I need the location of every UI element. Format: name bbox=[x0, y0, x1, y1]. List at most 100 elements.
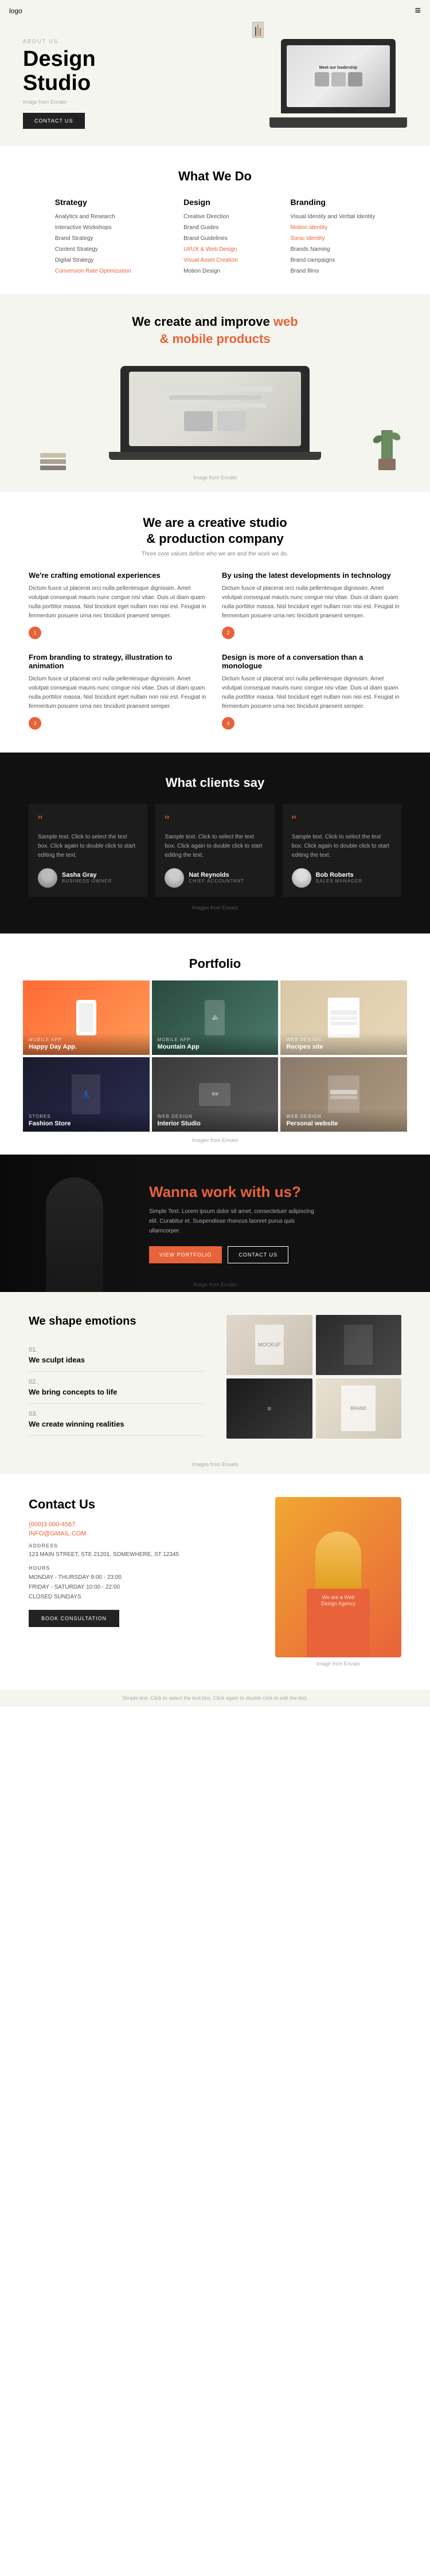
quote-icon-1: " bbox=[38, 813, 138, 828]
design-column: Design Creative Direction Brand Guides B… bbox=[183, 198, 238, 277]
shape-item-2: 02. We bring concepts to life bbox=[29, 1372, 204, 1404]
design-uiux-link[interactable]: UI/UX & Web Design bbox=[183, 244, 238, 255]
shape-img-3: ◼ bbox=[226, 1378, 312, 1439]
testimonial-card-2: " Sample text. Click to select the text … bbox=[155, 804, 274, 897]
testimonial-text-3: Sample text. Click to select the text bo… bbox=[292, 833, 392, 860]
testimonials-credit: Images from Envato bbox=[29, 905, 401, 911]
studio-item-2-title: By using the latest developments in tech… bbox=[222, 571, 401, 580]
shape-num-3: 03. bbox=[29, 1411, 204, 1417]
design-item-1: Creative Direction bbox=[183, 211, 238, 222]
person-name-2: Nat Reynolds bbox=[189, 872, 244, 879]
testimonials-section: What clients say " Sample text. Click to… bbox=[0, 753, 430, 933]
shape-num-2: 02. bbox=[29, 1378, 204, 1385]
wanna-work-section: Wanna work with us? Simple Text. Lorem i… bbox=[0, 1155, 430, 1292]
strategy-item-3: Brand Strategy bbox=[55, 233, 131, 244]
studio-items-grid: We're crafting emotional experiences Dic… bbox=[29, 571, 401, 730]
design-item-3: Brand Guidelines bbox=[183, 233, 238, 244]
strategy-item-2: Interactive Workshops bbox=[55, 222, 131, 233]
portfolio-item-5[interactable]: ■■ WEB DESIGN Interior Studio bbox=[152, 1057, 279, 1132]
design-item-2: Brand Guides bbox=[183, 222, 238, 233]
testimonial-person-1: Sasha Gray BUSINESS OWNER bbox=[38, 868, 138, 888]
portfolio-name-5: Interior Studio bbox=[158, 1120, 201, 1127]
testimonial-card-3: " Sample text. Click to select the text … bbox=[283, 804, 401, 897]
contact-right: We are a WebDesign Agency Image from Env… bbox=[275, 1497, 401, 1667]
branding-item-4: Brands Naming bbox=[291, 244, 376, 255]
branding-sonic-link[interactable]: Sonic Identity bbox=[291, 233, 376, 244]
hamburger-icon[interactable]: ≡ bbox=[415, 5, 421, 17]
avatar-3 bbox=[292, 868, 311, 888]
book-consultation-button[interactable]: BOOK CONSULTATION bbox=[29, 1610, 119, 1627]
testimonial-text-2: Sample text. Click to select the text bo… bbox=[165, 833, 265, 860]
contact-address: 123 MAIN STREET, STE 21201, SOMEWHERE, S… bbox=[29, 1550, 258, 1559]
strategy-cro-link[interactable]: Conversion Rate Optimization bbox=[55, 266, 131, 277]
quote-icon-2: " bbox=[165, 813, 265, 828]
branding-title: Branding bbox=[291, 198, 376, 207]
studio-item-3-body: Dictum fusce ut placerat orci nulla pell… bbox=[29, 675, 208, 711]
shape-emotions-title: We shape emotions bbox=[29, 1315, 204, 1328]
portfolio-tag-6: WEB DESIGN bbox=[286, 1114, 401, 1119]
contact-hours-label: HOURS bbox=[29, 1565, 258, 1571]
studio-num-3: 3 bbox=[29, 717, 41, 730]
hero-image: Meet our leadership bbox=[221, 39, 407, 128]
branding-column: Branding Visual Identity and Verbal Iden… bbox=[291, 198, 376, 277]
portfolio-tag-4: STORES bbox=[29, 1114, 144, 1119]
design-title: Design bbox=[183, 198, 238, 207]
branding-motion-link[interactable]: Motion identity bbox=[291, 222, 376, 233]
portfolio-item-4[interactable]: 👗 STORES Fashion Store bbox=[23, 1057, 150, 1132]
hero-title: Design Studio bbox=[23, 48, 209, 96]
testimonial-card-1: " Sample text. Click to select the text … bbox=[29, 804, 147, 897]
shape-left: We shape emotions 01. We sculpt ideas 02… bbox=[29, 1315, 204, 1436]
contact-title: Contact Us bbox=[29, 1497, 258, 1512]
portfolio-item-1[interactable]: MOBILE APP Happy Day App. bbox=[23, 980, 150, 1055]
shape-title-2: We bring concepts to life bbox=[29, 1388, 204, 1396]
studio-title: We are a creative studio & production co… bbox=[29, 515, 401, 548]
testimonials-title: What clients say bbox=[29, 775, 401, 790]
contact-person-image: We are a WebDesign Agency bbox=[275, 1497, 401, 1657]
wanna-credit: Image from Envato bbox=[0, 1282, 430, 1287]
shape-emotions-section: We shape emotions 01. We sculpt ideas 02… bbox=[0, 1292, 430, 1462]
studio-item-3: From branding to strategy, illustration … bbox=[29, 653, 208, 730]
portfolio-name-2: Mountain App bbox=[158, 1043, 200, 1050]
hero-text: ABOUT US Design Studio Image from Envato… bbox=[23, 38, 209, 129]
view-portfolio-button[interactable]: VIEW PORTFOLIO bbox=[149, 1246, 222, 1263]
wanna-work-body: Simple Text. Lorem ipsum dolor sit amet,… bbox=[149, 1207, 321, 1236]
person-role-1: BUSINESS OWNER bbox=[62, 879, 112, 884]
portfolio-item-2[interactable]: 🏔 MOBILE APP Mountain App bbox=[152, 980, 279, 1055]
hero-contact-button[interactable]: CONTACT US bbox=[23, 113, 85, 129]
shape-img-1: MOCKUP bbox=[226, 1315, 312, 1375]
contact-email: INFO@GMAIL.COM bbox=[29, 1530, 258, 1537]
avatar-1 bbox=[38, 868, 57, 888]
contact-hours-2: FRIDAY - SATURDAY 10:00 - 22:00 bbox=[29, 1582, 258, 1592]
strategy-column: Strategy Analytics and Research Interact… bbox=[55, 198, 131, 277]
studio-item-2: By using the latest developments in tech… bbox=[222, 571, 401, 639]
strategy-item-4: Content Strategy bbox=[55, 244, 131, 255]
strategy-item-5: Digital Strategy bbox=[55, 255, 131, 266]
studio-item-1-title: We're crafting emotional experiences bbox=[29, 571, 208, 580]
wanna-contact-button[interactable]: CONTACT US bbox=[228, 1246, 288, 1263]
what-we-do-section: What We Do Strategy Analytics and Resear… bbox=[0, 146, 430, 294]
what-we-do-title: What We Do bbox=[29, 169, 401, 184]
testimonial-text-1: Sample text. Click to select the text bo… bbox=[38, 833, 138, 860]
wanna-work-buttons: VIEW PORTFOLIO CONTACT US bbox=[149, 1246, 321, 1263]
testimonial-person-3: Bob Roberts SALES MANAGER bbox=[292, 868, 392, 888]
footer: Simple text. Click to select the text bo… bbox=[0, 1689, 430, 1707]
testimonials-grid: " Sample text. Click to select the text … bbox=[29, 804, 401, 897]
contact-image-credit: Image from Envato bbox=[275, 1661, 401, 1667]
shape-img-2 bbox=[316, 1315, 402, 1375]
shape-images-credit: Images from Envato bbox=[0, 1462, 430, 1474]
design-asset-link[interactable]: Visual Asset Creation bbox=[183, 255, 238, 266]
studio-item-4: Design is more of a conversation than a … bbox=[222, 653, 401, 730]
portfolio-section: Portfolio MOBILE APP Happy Day App. 🏔 MO… bbox=[0, 933, 430, 1155]
portfolio-name-6: Personal website bbox=[286, 1120, 338, 1127]
studio-item-2-body: Dictum fusce ut placerat orci nulla pell… bbox=[222, 584, 401, 621]
nav-logo: logo bbox=[9, 7, 22, 15]
design-motion-item: Motion Design bbox=[183, 266, 238, 277]
portfolio-tag-5: WEB DESIGN bbox=[158, 1114, 273, 1119]
wanna-work-title: Wanna work with us? bbox=[149, 1183, 321, 1201]
portfolio-item-6[interactable]: WEB DESIGN Personal website bbox=[280, 1057, 407, 1132]
portfolio-item-3[interactable]: WEB DESIGN Recipes site bbox=[280, 980, 407, 1055]
navbar: logo ≡ bbox=[0, 0, 430, 21]
services-grid: Strategy Analytics and Research Interact… bbox=[29, 198, 401, 277]
strategy-title: Strategy bbox=[55, 198, 131, 207]
testimonial-person-2: Nat Reynolds CHIEF ACCOUNTANT bbox=[165, 868, 265, 888]
